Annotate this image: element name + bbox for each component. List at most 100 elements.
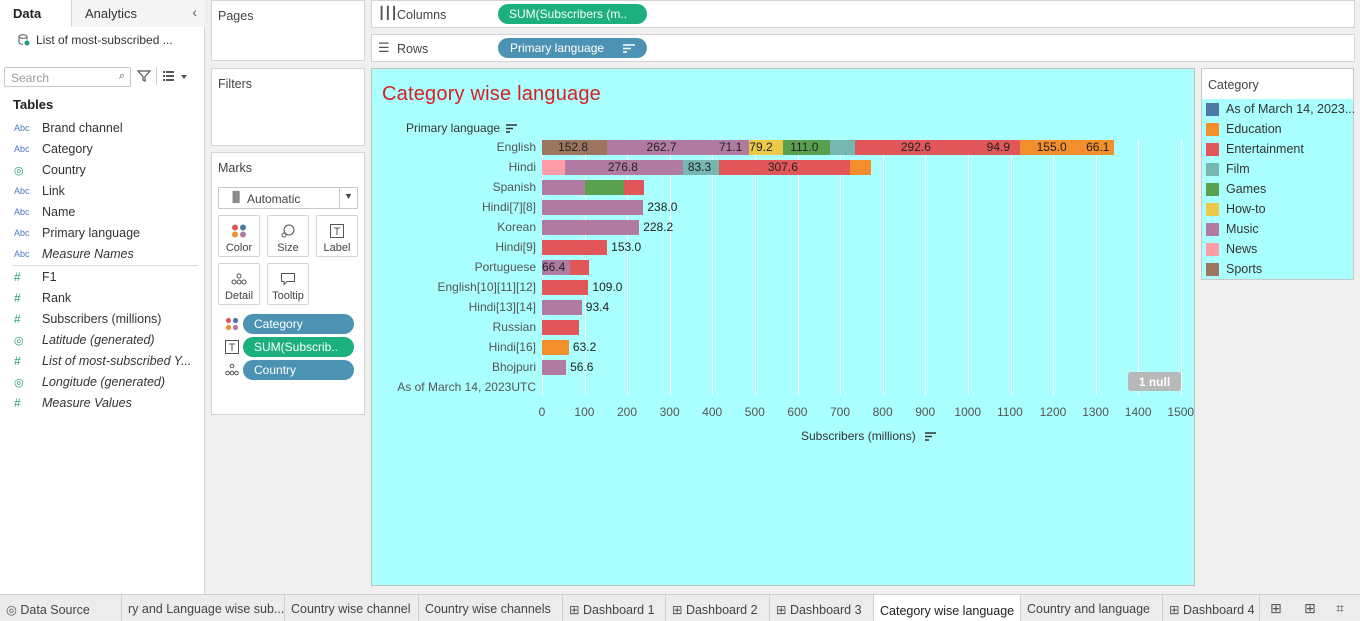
row-label[interactable]: English[10][11][12] bbox=[437, 280, 536, 294]
sheet-tab[interactable]: ry and Language wise sub... bbox=[122, 595, 285, 621]
label-button[interactable]: Label bbox=[316, 215, 358, 257]
field-item[interactable]: Abc Measure Names bbox=[14, 244, 134, 264]
bar-segment[interactable] bbox=[570, 260, 590, 275]
color-button[interactable]: Color bbox=[218, 215, 260, 257]
field-item[interactable]: # Rank bbox=[14, 288, 71, 308]
columns-shelf[interactable]: ┃┃┃ Columns SUM(Subscribers (m.. bbox=[371, 0, 1355, 28]
field-item[interactable]: # List of most-subscribed Y... bbox=[14, 351, 191, 371]
bar-segment[interactable] bbox=[542, 320, 580, 335]
filters-shelf[interactable]: Filters bbox=[211, 68, 365, 146]
legend-item[interactable]: As of March 14, 2023... bbox=[1206, 100, 1355, 118]
field-item[interactable]: Abc Category bbox=[14, 139, 93, 159]
field-name: Measure Values bbox=[42, 396, 132, 410]
legend-item[interactable]: Games bbox=[1206, 180, 1266, 198]
bar-segment[interactable] bbox=[542, 280, 589, 295]
field-item[interactable]: ◎ Longitude (generated) bbox=[14, 372, 165, 392]
row-label[interactable]: As of March 14, 2023UTC bbox=[397, 380, 536, 394]
tab-data[interactable]: Data bbox=[0, 0, 72, 27]
field-item[interactable]: Abc Primary language bbox=[14, 223, 140, 243]
dashboard-icon: ⊞ bbox=[776, 603, 790, 617]
field-item[interactable]: Abc Link bbox=[14, 181, 65, 201]
legend-item[interactable]: How-to bbox=[1206, 200, 1266, 218]
tooltip-button[interactable]: Tooltip bbox=[267, 263, 309, 305]
bar-segment[interactable] bbox=[542, 180, 585, 195]
sheet-tab[interactable]: ⊞ Dashboard 3 bbox=[770, 595, 874, 621]
category-color-pill[interactable]: Category bbox=[243, 314, 354, 334]
pages-shelf[interactable]: Pages bbox=[211, 0, 365, 61]
filter-icon[interactable] bbox=[137, 69, 151, 83]
legend-item[interactable]: Film bbox=[1206, 160, 1250, 178]
field-item[interactable]: Abc Name bbox=[14, 202, 75, 222]
row-label[interactable]: Hindi[7][8] bbox=[482, 200, 536, 214]
search-input[interactable]: Search ⌕ bbox=[4, 67, 131, 87]
null-indicator[interactable]: 1 null bbox=[1128, 372, 1181, 391]
row-label[interactable]: Bhojpuri bbox=[492, 360, 536, 374]
field-item[interactable]: # F1 bbox=[14, 267, 57, 287]
bar-segment[interactable] bbox=[542, 160, 566, 175]
row-label[interactable]: English bbox=[497, 140, 536, 154]
bar-segment[interactable] bbox=[542, 240, 608, 255]
rows-shelf[interactable]: ☰ Rows Primary language bbox=[371, 34, 1355, 62]
bar-segment[interactable] bbox=[830, 140, 856, 155]
legend-item[interactable]: News bbox=[1206, 240, 1257, 258]
bar-segment[interactable] bbox=[542, 360, 567, 375]
sheet-tab-active[interactable]: Category wise language bbox=[874, 595, 1021, 621]
sheet-tab[interactable]: ⊞ Dashboard 2 bbox=[666, 595, 770, 621]
row-label[interactable]: Hindi[13][14] bbox=[469, 300, 536, 314]
rows-pill[interactable]: Primary language bbox=[498, 38, 647, 58]
country-detail-pill[interactable]: Country bbox=[243, 360, 354, 380]
row-label[interactable]: Korean bbox=[497, 220, 536, 234]
legend-item[interactable]: Education bbox=[1206, 120, 1282, 138]
sheet-tab[interactable]: ◎ Data Source bbox=[0, 595, 122, 621]
bar-segment[interactable] bbox=[624, 180, 644, 195]
sheet-tab[interactable]: ⊞ Dashboard 4 bbox=[1163, 595, 1260, 621]
gridline bbox=[925, 139, 927, 395]
row-label[interactable]: Spanish bbox=[493, 180, 536, 194]
field-item[interactable]: # Measure Values bbox=[14, 393, 132, 413]
view-options-icon[interactable] bbox=[163, 70, 187, 82]
row-label[interactable]: Hindi[16] bbox=[489, 340, 536, 354]
legend-item[interactable]: Music bbox=[1206, 220, 1259, 238]
legend-label: Film bbox=[1226, 162, 1250, 176]
bar-segment[interactable] bbox=[584, 180, 625, 195]
bar-segment[interactable] bbox=[542, 200, 644, 215]
new-story-icon[interactable]: ⌗ bbox=[1336, 600, 1344, 617]
sheet-tab[interactable]: Country wise channel bbox=[285, 595, 419, 621]
sheet-tab[interactable]: ⊞ Dashboard 1 bbox=[563, 595, 666, 621]
collapse-pane-icon[interactable]: ‹ bbox=[192, 4, 197, 20]
x-sort-icon[interactable] bbox=[925, 432, 937, 441]
new-dashboard-icon[interactable]: ⊞ bbox=[1304, 600, 1316, 617]
bar-segment[interactable] bbox=[849, 160, 872, 175]
sheet-tab-label: Dashboard 4 bbox=[1182, 603, 1255, 617]
row-label[interactable]: Portuguese bbox=[475, 260, 536, 274]
columns-pill[interactable]: SUM(Subscribers (m.. bbox=[498, 4, 647, 24]
sort-icon[interactable] bbox=[506, 124, 518, 133]
bar-segment[interactable] bbox=[542, 220, 640, 235]
bar-segment[interactable] bbox=[542, 340, 569, 355]
field-item[interactable]: ◎ Latitude (generated) bbox=[14, 330, 155, 350]
worksheet-view[interactable]: Category wise language Primary language … bbox=[371, 68, 1195, 586]
datasource-item[interactable]: List of most-subscribed ... bbox=[18, 33, 173, 47]
y-axis-header[interactable]: Primary language bbox=[406, 121, 518, 135]
x-axis-header[interactable]: Subscribers (millions) bbox=[801, 429, 937, 443]
mark-type-dropdown[interactable]: ▐▌ Automatic ▼ bbox=[218, 187, 358, 209]
legend-item[interactable]: Sports bbox=[1206, 260, 1262, 278]
legend-item[interactable]: Entertainment bbox=[1206, 140, 1304, 158]
detail-button[interactable]: Detail bbox=[218, 263, 260, 305]
field-item[interactable]: Abc Brand channel bbox=[14, 118, 123, 138]
sheet-tab[interactable]: Country wise channels bbox=[419, 595, 563, 621]
x-tick-label: 700 bbox=[830, 405, 851, 419]
field-item[interactable]: ◎ Country bbox=[14, 160, 86, 180]
new-worksheet-icon[interactable]: ⊞ bbox=[1270, 600, 1282, 617]
row-label[interactable]: Hindi bbox=[509, 160, 536, 174]
detail-label: Detail bbox=[224, 290, 254, 302]
row-label[interactable]: Hindi[9] bbox=[495, 240, 536, 254]
gridline bbox=[1010, 139, 1012, 395]
bar-segment[interactable] bbox=[542, 300, 582, 315]
size-button[interactable]: Size bbox=[267, 215, 309, 257]
sheet-tab[interactable]: Country and language bbox=[1021, 595, 1163, 621]
sum-subscribers-label-pill[interactable]: SUM(Subscrib.. bbox=[243, 337, 354, 357]
tab-analytics[interactable]: Analytics ‹ bbox=[72, 0, 205, 27]
row-label[interactable]: Russian bbox=[493, 320, 536, 334]
field-item[interactable]: # Subscribers (millions) bbox=[14, 309, 161, 329]
